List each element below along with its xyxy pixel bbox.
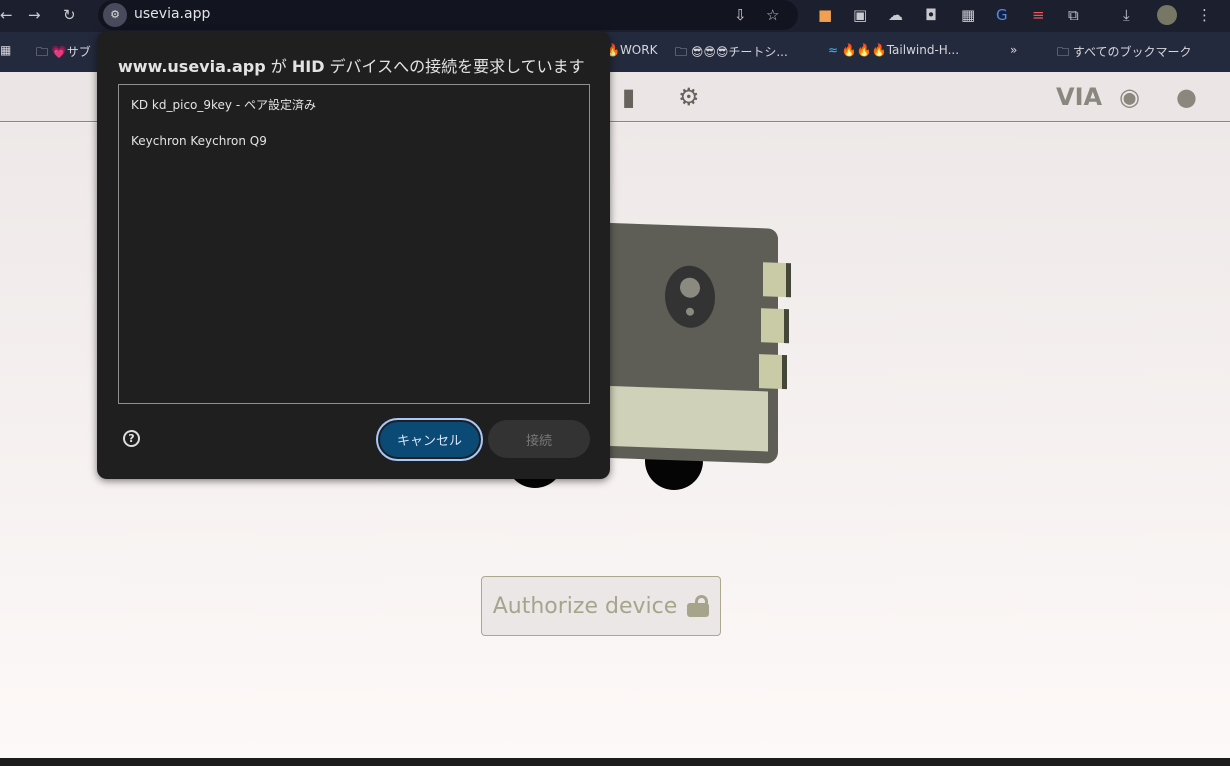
apps-icon[interactable]: ▦	[0, 43, 11, 57]
all-bookmarks-folder[interactable]: 🗀 すべてのブックマーク	[1057, 43, 1192, 64]
avatar[interactable]	[1157, 5, 1177, 25]
extension-icon[interactable]: ◘	[925, 5, 937, 25]
translate-extension-icon[interactable]: G	[996, 5, 1008, 25]
bookmark-folder[interactable]: 🗀 😎😎😎チートシ...	[675, 43, 788, 64]
extension-icon[interactable]: ≡	[1032, 5, 1045, 25]
qr-extension-icon[interactable]: ▦	[961, 5, 975, 25]
url-text[interactable]: usevia.app	[134, 6, 210, 22]
dialog-title: www.usevia.app が HID デバイスへの接続を要求しています	[118, 57, 585, 76]
extension-icon[interactable]: ■	[818, 5, 832, 25]
forward-icon[interactable]: →	[28, 5, 41, 25]
device-list-item[interactable]: KD kd_pico_9key - ペア設定済み	[131, 96, 316, 113]
bookmark-folder[interactable]: 🔥WORK	[605, 43, 657, 57]
cloud-extension-icon[interactable]: ☁	[888, 5, 903, 25]
site-info-icon[interactable]: ⚙	[103, 3, 127, 27]
install-app-icon[interactable]: ⇩	[734, 5, 747, 25]
cancel-button[interactable]: キャンセル	[376, 418, 483, 461]
menu-icon[interactable]: ⋮	[1197, 5, 1212, 25]
unlock-icon	[687, 595, 710, 617]
discord-icon[interactable]: ◉	[1119, 84, 1140, 110]
connect-button[interactable]: 接続	[488, 420, 590, 458]
bookmarks-overflow-button[interactable]: »	[1010, 43, 1017, 57]
via-logo[interactable]: VIA	[1056, 84, 1102, 110]
device-list-item[interactable]: Keychron Keychron Q9	[131, 134, 267, 148]
bookmark-folder[interactable]: 🗀 💗サブ	[36, 43, 91, 64]
bookmark-link[interactable]: ≈ 🔥🔥🔥Tailwind-H...	[828, 43, 959, 57]
help-icon[interactable]: ?	[123, 430, 140, 447]
reload-icon[interactable]: ↻	[63, 5, 76, 25]
gear-icon[interactable]: ⚙	[678, 84, 700, 110]
bookmark-star-icon[interactable]: ☆	[766, 5, 779, 25]
browser-toolbar: ← → ↻ ⚙ usevia.app ⇩ ☆ ■ ▣ ☁ ◘ ▦ G ≡ ⧉ ⤓…	[0, 0, 1230, 32]
download-icon[interactable]: ⤓	[1123, 5, 1130, 25]
taskbar	[0, 758, 1230, 766]
back-icon[interactable]: ←	[0, 5, 13, 25]
device-list[interactable]: KD kd_pico_9key - ペア設定済み Keychron Keychr…	[118, 84, 590, 404]
authorize-device-button[interactable]: Authorize device	[481, 576, 721, 636]
paint-brush-icon[interactable]: ▮	[622, 84, 635, 110]
extensions-puzzle-icon[interactable]: ⧉	[1068, 5, 1079, 25]
hid-permission-dialog: www.usevia.app が HID デバイスへの接続を要求しています KD…	[97, 31, 610, 479]
github-icon[interactable]: ●	[1176, 84, 1197, 110]
extension-icon[interactable]: ▣	[853, 5, 867, 25]
